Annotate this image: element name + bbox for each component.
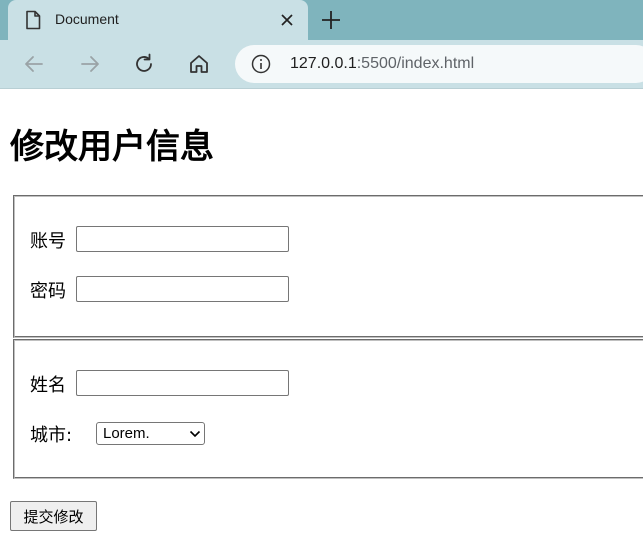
document-icon	[26, 10, 41, 30]
address-bar[interactable]: 127.0.0.1:5500/index.html	[235, 45, 643, 83]
forward-arrow-icon[interactable]	[78, 52, 102, 76]
city-select[interactable]: Lorem.	[96, 422, 205, 445]
browser-tab[interactable]: Document	[8, 0, 308, 40]
browser-toolbar: 127.0.0.1:5500/index.html	[0, 40, 643, 89]
account-label: 账号	[30, 231, 66, 252]
tab-title: Document	[55, 11, 119, 27]
account-fieldset	[13, 195, 643, 338]
new-tab-icon[interactable]	[320, 9, 342, 31]
tab-strip: Document	[0, 0, 643, 40]
password-label: 密码	[30, 281, 66, 302]
reload-icon[interactable]	[132, 52, 156, 76]
info-icon[interactable]	[251, 54, 271, 74]
name-input[interactable]	[76, 370, 289, 396]
city-label: 城市:	[30, 425, 73, 446]
profile-fieldset	[13, 339, 643, 479]
page-title: 修改用户信息	[10, 127, 214, 167]
city-selected-value: Lorem.	[103, 425, 150, 442]
close-icon[interactable]	[279, 12, 295, 28]
submit-button[interactable]: 提交修改	[10, 501, 97, 531]
url-text[interactable]: 127.0.0.1:5500/index.html	[290, 55, 474, 73]
account-input[interactable]	[76, 226, 289, 252]
back-arrow-icon[interactable]	[22, 52, 46, 76]
url-host: 127.0.0.1	[290, 55, 357, 72]
home-icon[interactable]	[187, 52, 211, 76]
name-label: 姓名	[30, 375, 66, 396]
url-path: :5500/index.html	[356, 55, 475, 72]
password-input[interactable]	[76, 276, 289, 302]
chevron-down-icon	[189, 430, 201, 438]
